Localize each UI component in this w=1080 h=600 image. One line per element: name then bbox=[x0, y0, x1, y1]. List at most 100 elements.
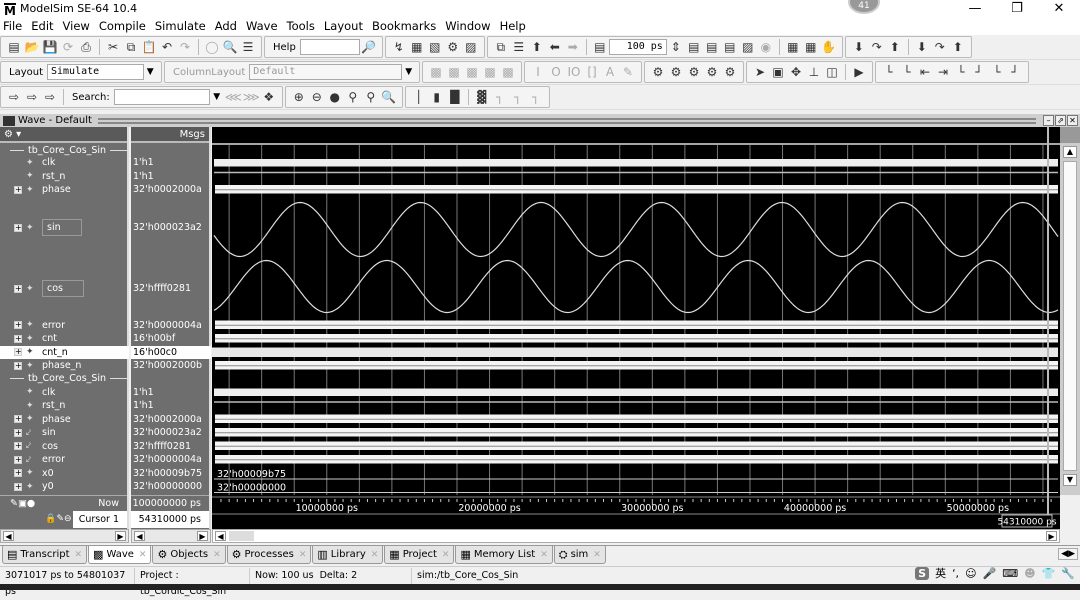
memory-profile-icon[interactable]: ▦ bbox=[803, 39, 819, 55]
values-hscroll[interactable]: ◀ ▶ bbox=[131, 529, 211, 543]
layout-select[interactable]: Simulate bbox=[47, 64, 144, 80]
up-arrow-icon[interactable]: ⬆ bbox=[529, 39, 545, 55]
insert-divider-icon[interactable]: ⇨ bbox=[24, 89, 40, 105]
ime-logo-icon[interactable]: S bbox=[915, 566, 930, 580]
signal-row-phase_n[interactable]: + ✦ phase_n bbox=[0, 359, 129, 373]
wave-scroll-left-icon[interactable]: ◀ bbox=[215, 531, 226, 541]
wave-denser-icon[interactable]: █ bbox=[447, 89, 463, 105]
filter-in-icon[interactable]: I bbox=[530, 64, 546, 80]
zoom-between-cursors-icon[interactable]: ⚲ bbox=[363, 89, 379, 105]
help-search-icon[interactable]: 🔎 bbox=[361, 39, 377, 55]
tab-close-icon[interactable]: ✕ bbox=[593, 550, 601, 560]
step-list-icon[interactable]: ☰ bbox=[511, 39, 527, 55]
vertical-scroll-thumb[interactable] bbox=[1063, 161, 1077, 471]
signal-row-cnt[interactable]: + ✦ cnt bbox=[0, 332, 129, 346]
wave-step2-icon[interactable]: ┐ bbox=[510, 89, 526, 105]
wave-undock-icon[interactable]: ⇗ bbox=[1055, 115, 1066, 126]
compare-opts-icon[interactable]: ▩ bbox=[464, 64, 480, 80]
column-layout-select[interactable]: Default bbox=[249, 64, 403, 80]
search-input[interactable] bbox=[113, 89, 210, 105]
search-next-icon[interactable]: ⋙ bbox=[243, 89, 260, 105]
expand-icon[interactable]: + bbox=[14, 455, 22, 464]
signal-row-error[interactable]: + ✦ error bbox=[0, 319, 129, 333]
wave-dense-icon[interactable]: ▮ bbox=[429, 89, 445, 105]
zoom-last-icon[interactable]: 🔍 bbox=[381, 89, 397, 105]
punctuation-icon[interactable]: ‘, bbox=[952, 567, 959, 580]
tab-transcript[interactable]: ▤ Transcript ✕ bbox=[2, 546, 88, 564]
compare-run-icon[interactable]: ▩ bbox=[482, 64, 498, 80]
settings-wrench-icon[interactable]: 🔧 bbox=[1061, 567, 1075, 580]
menu-simulate[interactable]: Simulate bbox=[155, 19, 206, 33]
tab-close-icon[interactable]: ✕ bbox=[139, 550, 147, 560]
floating-badge[interactable]: 41 bbox=[848, 0, 880, 14]
gear-icon-5[interactable]: ⚙ bbox=[722, 64, 738, 80]
tab-processes[interactable]: ⚙ Processes ✕ bbox=[226, 546, 312, 564]
signal-row-error[interactable]: + ⤦ error bbox=[0, 453, 129, 467]
tab-objects[interactable]: ⚙ Objects ✕ bbox=[152, 546, 226, 564]
save-icon[interactable]: 💾 bbox=[42, 39, 58, 55]
expand-icon[interactable]: + bbox=[14, 415, 22, 424]
gear-icon-4[interactable]: ⚙ bbox=[704, 64, 720, 80]
wave-hscroll-thumb[interactable] bbox=[229, 531, 254, 541]
run-icon[interactable]: ▤ bbox=[686, 39, 702, 55]
expand-icon[interactable]: + bbox=[14, 321, 22, 330]
simulate-icon[interactable]: ⚙ bbox=[445, 39, 461, 55]
search-options-icon[interactable]: ❖ bbox=[261, 89, 277, 105]
filter-inout-icon[interactable]: IO bbox=[566, 64, 582, 80]
stop-icon[interactable]: ◉ bbox=[758, 39, 774, 55]
group-header[interactable]: tb_Core_Cos_Sin bbox=[10, 373, 128, 384]
tab-memory-list[interactable]: ▦ Memory List ✕ bbox=[455, 546, 553, 564]
timeline-ruler[interactable]: 10000000 ps 20000000 ps 30000000 ps 4000000… bbox=[212, 495, 1060, 529]
wave-canvas[interactable]: 32'h00009b75 32'h00000000 bbox=[212, 127, 1060, 495]
edit-wave-icon[interactable]: ⊥ bbox=[806, 64, 822, 80]
expand-icon[interactable]: + bbox=[14, 482, 22, 491]
cursor-label[interactable]: Cursor 1 bbox=[73, 511, 127, 528]
menu-wave[interactable]: Wave bbox=[246, 19, 278, 33]
tab-project[interactable]: ▦ Project ✕ bbox=[384, 546, 455, 564]
group-header[interactable]: tb_Core_Cos_Sin bbox=[10, 145, 128, 156]
wave-options-icon[interactable]: ⚙ ▾ bbox=[4, 129, 21, 140]
menu-tools[interactable]: Tools bbox=[287, 19, 315, 33]
zoom-full-icon[interactable]: ● bbox=[327, 89, 343, 105]
prev-edge-icon[interactable]: └ bbox=[953, 64, 969, 80]
wave-hscroll[interactable]: ◀ ▶ bbox=[212, 529, 1060, 543]
zoom-in-icon[interactable]: ⊕ bbox=[291, 89, 307, 105]
help-search-input[interactable] bbox=[299, 39, 360, 55]
redo-icon[interactable]: ↷ bbox=[177, 39, 193, 55]
run-length-input[interactable]: 100 ps bbox=[608, 39, 667, 55]
tab-close-icon[interactable]: ✕ bbox=[442, 550, 450, 560]
cursor-icons[interactable]: 🔒✎⊖ bbox=[35, 511, 73, 528]
find-icon[interactable]: 🔍 bbox=[222, 39, 238, 55]
signal-row-phase[interactable]: + ✦ phase bbox=[0, 413, 129, 427]
search-prev-icon[interactable]: ⋘ bbox=[225, 89, 242, 105]
insert-breakpoint-icon[interactable]: ⇨ bbox=[6, 89, 22, 105]
paste-icon[interactable]: 📋 bbox=[141, 39, 157, 55]
user-icon[interactable]: ☻ bbox=[1024, 567, 1035, 580]
menu-edit[interactable]: Edit bbox=[31, 19, 53, 33]
run-all-icon[interactable]: ▤ bbox=[722, 39, 738, 55]
filter-clear-icon[interactable]: ✎ bbox=[620, 64, 636, 80]
gear-icon-1[interactable]: ⚙ bbox=[650, 64, 666, 80]
delete-cursor-icon[interactable]: └ bbox=[899, 64, 915, 80]
break-run-icon[interactable]: ▨ bbox=[740, 39, 756, 55]
falling-edge-icon[interactable]: └ bbox=[989, 64, 1005, 80]
expand-icon[interactable]: + bbox=[14, 428, 22, 437]
drag-grip[interactable] bbox=[97, 117, 1036, 124]
wave-close-icon[interactable]: ✕ bbox=[1067, 115, 1078, 126]
layout-dropdown-icon[interactable]: ▼ bbox=[144, 65, 157, 79]
wave-pattern-icon[interactable]: ▓ bbox=[474, 89, 490, 105]
expand-icon[interactable]: + bbox=[14, 284, 22, 293]
keyboard-icon[interactable]: ⌨ bbox=[1002, 567, 1018, 580]
tab-close-icon[interactable]: ✕ bbox=[213, 550, 221, 560]
emoji-icon[interactable]: ☺ bbox=[965, 567, 976, 580]
pan-icon[interactable]: ✥ bbox=[788, 64, 804, 80]
names-hscroll[interactable]: ◀ ▶ bbox=[0, 529, 129, 543]
step-over-back-icon[interactable]: ↷ bbox=[932, 39, 948, 55]
menu-window[interactable]: Window bbox=[445, 19, 490, 33]
names-scroll-left-icon[interactable]: ◀ bbox=[3, 531, 14, 541]
tab-close-icon[interactable]: ✕ bbox=[299, 550, 307, 560]
tab-library[interactable]: ▥ Library ✕ bbox=[312, 546, 384, 564]
step-out-back-icon[interactable]: ⬆ bbox=[950, 39, 966, 55]
minimize-icon[interactable]: — bbox=[954, 0, 996, 17]
run-length-icon[interactable]: ▤ bbox=[592, 39, 608, 55]
